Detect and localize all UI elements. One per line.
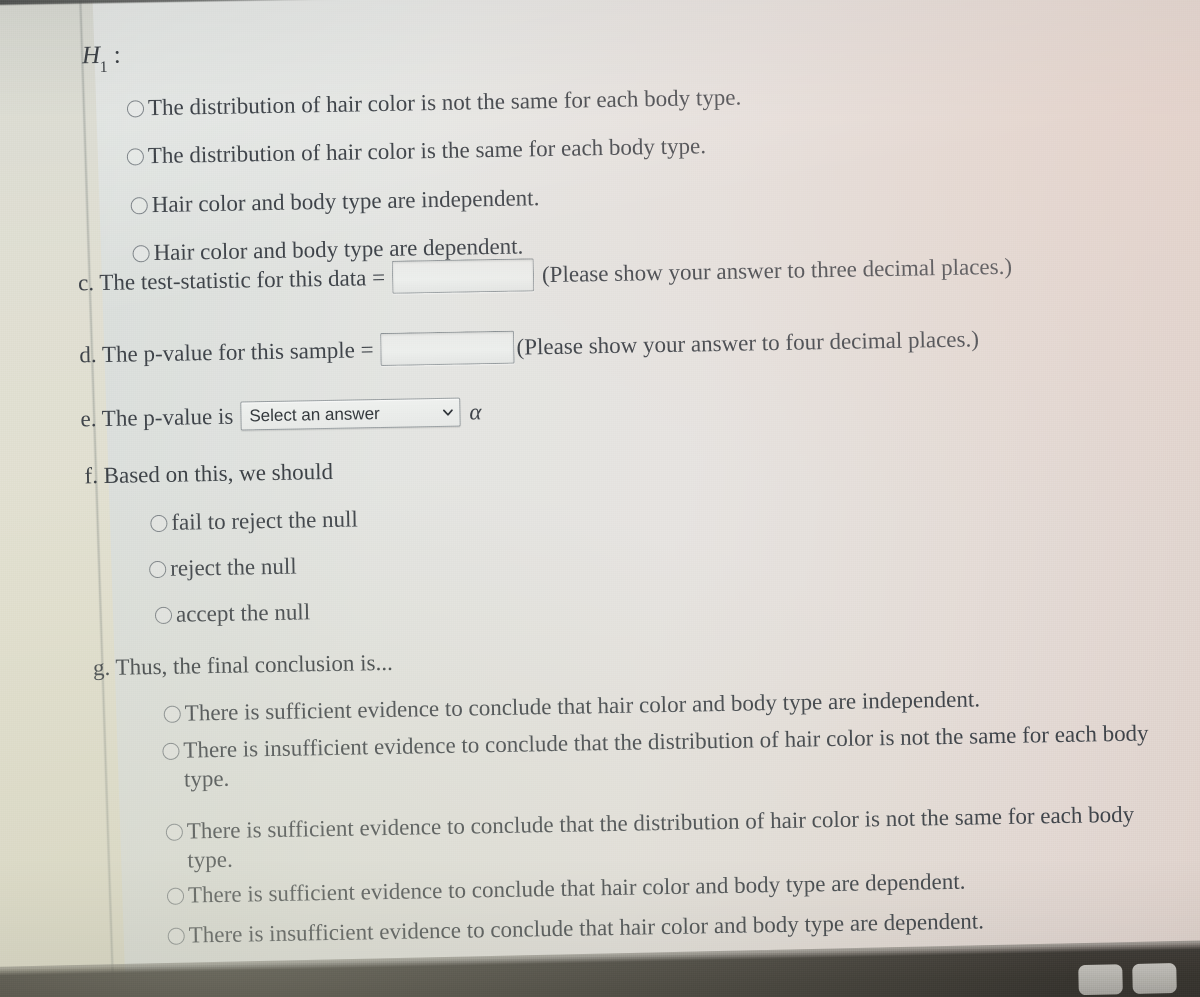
radio-icon[interactable]: [132, 245, 150, 263]
radio-icon[interactable]: [126, 100, 145, 118]
option-label: accept the null: [175, 599, 311, 627]
question-content: H1: The distribution of hair color is no…: [0, 0, 1200, 997]
radio-icon[interactable]: [126, 148, 145, 166]
radio-icon[interactable]: [154, 606, 173, 625]
chevron-down-icon: [442, 409, 453, 416]
part-e-label: e. The p-value is: [80, 403, 234, 431]
option-label: The distribution of hair color is the sa…: [147, 133, 707, 169]
option-label: fail to reject the null: [171, 506, 359, 535]
option-label: reject the null: [169, 553, 297, 581]
hypothesis-option-2[interactable]: The distribution of hair color is the sa…: [126, 131, 707, 171]
part-f-label: f. Based on this, we should: [84, 458, 334, 489]
option-label: The distribution of hair color is not th…: [147, 84, 742, 121]
radio-icon[interactable]: [162, 742, 180, 760]
radio-icon[interactable]: [165, 823, 184, 841]
taskbar-item-left[interactable]: [1078, 964, 1123, 996]
part-c-note: (Please show your answer to three decima…: [541, 253, 1013, 287]
radio-icon[interactable]: [163, 705, 181, 723]
radio-icon[interactable]: [166, 887, 185, 905]
radio-icon[interactable]: [150, 514, 168, 533]
radio-icon[interactable]: [149, 560, 167, 579]
alternative-hypothesis-label: H1:: [81, 41, 122, 76]
p-value-input[interactable]: [380, 330, 515, 367]
part-g-option-3[interactable]: There is sufficient evidence to conclude…: [165, 799, 1167, 876]
part-d-note: (Please show your answer to four decimal…: [516, 325, 980, 360]
part-d-label: d. The p-value for this sample =: [79, 336, 374, 367]
hypothesis-option-3[interactable]: Hair color and body type are independent…: [130, 183, 540, 220]
hypothesis-subscript: 1: [99, 58, 109, 76]
part-c-label: c. The test-statistic for this data =: [77, 264, 386, 295]
radio-icon[interactable]: [167, 927, 185, 945]
photographed-screen: H1: The distribution of hair color is no…: [0, 0, 1200, 997]
option-label: There is sufficient evidence to conclude…: [186, 801, 1135, 873]
part-e-row: e. The p-value is Select an answer α: [80, 397, 482, 433]
hypothesis-colon: :: [113, 41, 122, 69]
part-f-option-2[interactable]: reject the null: [149, 552, 297, 584]
test-statistic-input[interactable]: [391, 258, 535, 294]
hypothesis-option-1[interactable]: The distribution of hair color is not th…: [126, 83, 742, 123]
alpha-symbol: α: [469, 398, 482, 424]
option-label: There is insufficient evidence to conclu…: [183, 720, 1149, 793]
part-d-row: d. The p-value for this sample = (Please…: [79, 322, 979, 371]
hypothesis-letter: H: [81, 41, 101, 70]
part-g-option-5[interactable]: There is insufficient evidence to conclu…: [167, 906, 984, 950]
option-label: There is sufficient evidence to conclude…: [184, 686, 981, 726]
part-g-option-2[interactable]: There is insufficient evidence to conclu…: [162, 718, 1183, 795]
p-value-comparison-select[interactable]: Select an answer: [240, 397, 461, 431]
part-f-option-1[interactable]: fail to reject the null: [150, 504, 358, 537]
taskbar-item-right[interactable]: [1132, 963, 1177, 994]
part-g-label: g. Thus, the final conclusion is...: [92, 649, 393, 681]
select-value: Select an answer: [249, 403, 380, 425]
part-f-option-3[interactable]: accept the null: [154, 597, 311, 629]
option-label: There is insufficient evidence to conclu…: [188, 908, 985, 948]
option-label: Hair color and body type are independent…: [151, 185, 540, 218]
radio-icon[interactable]: [130, 197, 148, 215]
part-g-option-1[interactable]: There is sufficient evidence to conclude…: [163, 684, 981, 728]
